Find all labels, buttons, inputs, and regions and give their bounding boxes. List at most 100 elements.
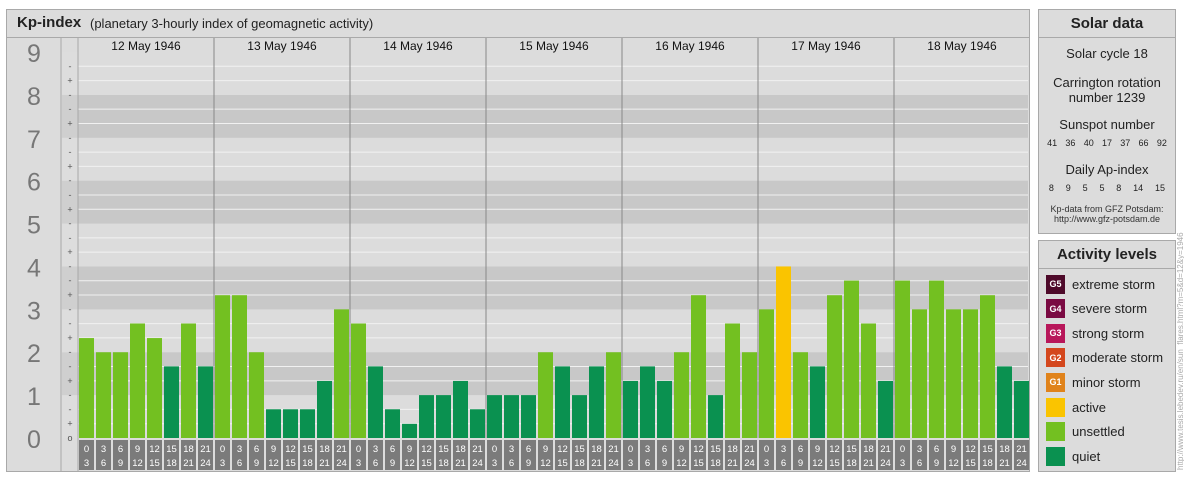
sub-tick-label: - xyxy=(69,90,72,100)
solar-data-title: Solar data xyxy=(1039,10,1175,38)
source-link[interactable]: http://www.gfz-potsdam.de xyxy=(1039,214,1175,224)
kp-bar xyxy=(538,352,553,438)
interval-end-label: 15 xyxy=(693,458,704,469)
interval-start-label: 15 xyxy=(846,444,857,455)
kp-bar xyxy=(555,366,570,438)
sub-tick-label: - xyxy=(69,304,72,314)
sunspot-value: 37 xyxy=(1120,138,1131,148)
interval-end-label: 3 xyxy=(220,458,225,469)
interval-end-label: 15 xyxy=(557,458,568,469)
interval-end-label: 9 xyxy=(662,458,667,469)
interval-end-label: 18 xyxy=(574,458,585,469)
sunspot-values: 41 36 40 17 37 66 92 xyxy=(1039,138,1175,148)
ap-index-value: 15 xyxy=(1154,183,1165,193)
sub-tick-label: - xyxy=(69,61,72,71)
day-label: 16 May 1946 xyxy=(655,39,725,53)
interval-start-label: 12 xyxy=(829,444,840,455)
kp-bar xyxy=(929,280,944,438)
interval-end-label: 12 xyxy=(948,458,959,469)
kp-bar xyxy=(436,395,451,438)
interval-start-label: 6 xyxy=(526,444,531,455)
kp-bar xyxy=(198,366,213,438)
kp-bar xyxy=(895,280,910,438)
ap-index-value: 5 xyxy=(1099,183,1105,193)
activity-level-label: minor storm xyxy=(1072,374,1141,390)
interval-start-label: 18 xyxy=(863,444,874,455)
interval-start-label: 3 xyxy=(373,444,378,455)
interval-start-label: 3 xyxy=(237,444,242,455)
kp-bar xyxy=(793,352,808,438)
credit-text: http://www.tesis.lebedev.ru/en/sun_flare… xyxy=(1176,232,1184,470)
interval-start-label: 12 xyxy=(149,444,160,455)
y-tick-label: 4 xyxy=(27,254,41,282)
activity-level-item: G2 moderate storm xyxy=(1046,348,1163,368)
kp-bar xyxy=(946,309,961,438)
interval-end-label: 6 xyxy=(781,458,786,469)
interval-end-label: 21 xyxy=(863,458,874,469)
kp-bar xyxy=(742,352,757,438)
kp-bar xyxy=(130,323,145,438)
interval-start-label: 15 xyxy=(574,444,585,455)
interval-start-label: 21 xyxy=(1016,444,1027,455)
interval-end-label: 12 xyxy=(404,458,415,469)
interval-end-label: 24 xyxy=(1016,458,1027,469)
interval-start-label: 18 xyxy=(183,444,194,455)
kp-bar xyxy=(402,423,417,438)
interval-end-label: 18 xyxy=(438,458,449,469)
activity-level-label: moderate storm xyxy=(1072,350,1164,366)
sub-tick-label: + xyxy=(67,376,72,386)
kp-bar xyxy=(470,409,485,438)
ap-index-values: 8 9 5 5 8 14 15 xyxy=(1039,183,1175,193)
interval-start-label: 9 xyxy=(543,444,548,455)
interval-start-label: 18 xyxy=(591,444,602,455)
activity-level-item: G4 severe storm xyxy=(1046,299,1147,319)
interval-start-label: 6 xyxy=(254,444,259,455)
kp-bar xyxy=(368,366,383,438)
activity-level-swatch xyxy=(1046,422,1065,442)
interval-end-label: 3 xyxy=(628,458,633,469)
interval-end-label: 15 xyxy=(421,458,432,469)
kp-bar xyxy=(827,295,842,438)
interval-end-label: 12 xyxy=(132,458,143,469)
carrington-line-1: Carrington rotation xyxy=(1053,75,1161,90)
source-line-1: Kp-data from GFZ Potsdam: xyxy=(1050,204,1164,214)
sub-tick-label: - xyxy=(69,261,72,271)
kp-bar xyxy=(504,395,519,438)
kp-bar xyxy=(317,380,332,438)
sub-tick-label: - xyxy=(69,319,72,329)
kp-bar xyxy=(674,352,689,438)
interval-end-label: 9 xyxy=(390,458,395,469)
kp-bar xyxy=(623,380,638,438)
interval-start-label: 0 xyxy=(220,444,225,455)
activity-level-item: active xyxy=(1046,397,1106,417)
sub-tick-label: - xyxy=(69,219,72,229)
kp-bar xyxy=(300,409,315,438)
interval-start-label: 15 xyxy=(982,444,993,455)
interval-start-label: 21 xyxy=(472,444,483,455)
y-tick-label: 1 xyxy=(27,383,41,411)
interval-end-label: 24 xyxy=(880,458,891,469)
sub-tick-label: + xyxy=(67,419,72,429)
sunspot-title: Sunspot number xyxy=(1059,117,1155,132)
kp-bar xyxy=(997,366,1012,438)
day-label: 14 May 1946 xyxy=(383,39,453,53)
kp-bar xyxy=(385,409,400,438)
plot-band xyxy=(78,137,1028,181)
interval-start-label: 18 xyxy=(727,444,738,455)
interval-start-label: 9 xyxy=(951,444,956,455)
interval-start-label: 15 xyxy=(166,444,177,455)
interval-end-label: 3 xyxy=(764,458,769,469)
interval-end-label: 21 xyxy=(591,458,602,469)
sunspot-value: 40 xyxy=(1083,138,1094,148)
activity-level-label: severe storm xyxy=(1072,301,1148,317)
y-tick-label: 5 xyxy=(27,212,41,240)
kp-bar xyxy=(1014,380,1029,438)
kp-bar xyxy=(810,366,825,438)
kp-bar xyxy=(487,395,502,438)
interval-start-label: 0 xyxy=(900,444,905,455)
solar-cycle: Solar cycle 18 xyxy=(1066,46,1148,61)
kp-bar xyxy=(844,280,859,438)
interval-end-label: 24 xyxy=(608,458,619,469)
kp-bar xyxy=(606,352,621,438)
kp-bar xyxy=(640,366,655,438)
